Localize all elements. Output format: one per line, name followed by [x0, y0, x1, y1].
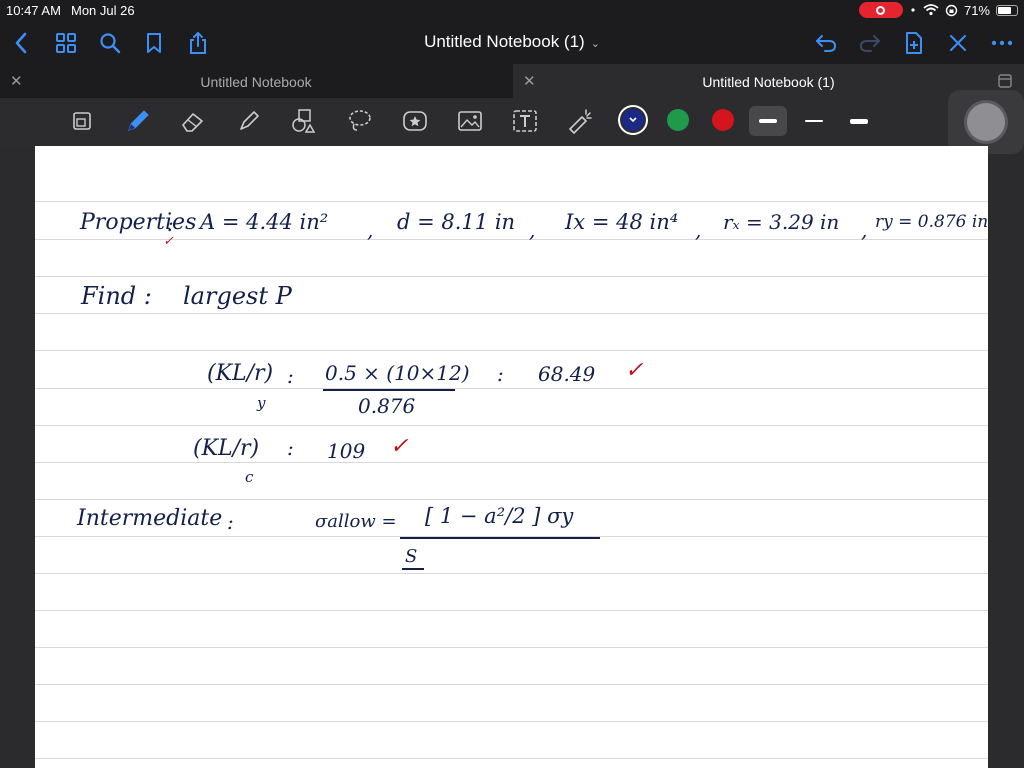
- handwriting-find: Find :: [81, 282, 152, 310]
- handwriting-largest-p: largest P: [183, 282, 292, 310]
- red-checkmark: ✓: [625, 358, 644, 383]
- handwriting-equals: :: [287, 364, 294, 388]
- chevron-down-icon: ⌄: [590, 38, 600, 50]
- stroke-width-thin[interactable]: [795, 106, 833, 136]
- handwriting-kl-r: (KL/r): [193, 436, 260, 461]
- handwriting-subscript-c: c: [245, 468, 254, 486]
- handwriting-separator: ,: [695, 218, 702, 242]
- ruled-line: [35, 239, 988, 240]
- battery-icon: [996, 4, 1018, 16]
- handwriting-ry: ry = 0.876 in: [875, 212, 988, 232]
- status-bar: 10:47 AM Mon Jul 26 71%: [0, 0, 1024, 22]
- drawing-toolbar: [0, 98, 1024, 146]
- ruled-line: [35, 647, 988, 648]
- status-indicators: 71%: [858, 2, 1018, 18]
- handwriting-equals: :: [287, 436, 294, 460]
- ruled-line: [35, 721, 988, 722]
- handwriting-separator: ,: [367, 218, 374, 242]
- pen-icon[interactable]: [123, 106, 153, 136]
- knob-icon: [967, 103, 1005, 141]
- wifi-icon: [923, 4, 939, 16]
- battery-percent: 71%: [963, 2, 990, 18]
- ruled-line: [35, 276, 988, 277]
- lasso-icon[interactable]: [345, 106, 375, 136]
- tab-label: Untitled Notebook (1): [702, 74, 835, 90]
- text-icon[interactable]: [510, 106, 540, 136]
- handwriting-ix: Ix = 48 in⁴: [565, 210, 679, 234]
- orientation-lock-icon: [945, 4, 958, 16]
- ruled-line: [35, 313, 988, 314]
- ruled-line: [35, 201, 988, 202]
- tab-untitled-notebook-1[interactable]: ✕ Untitled Notebook (1): [513, 64, 1024, 98]
- highlighter-icon[interactable]: [234, 106, 264, 136]
- eraser-icon[interactable]: [178, 106, 208, 136]
- handwriting-sigma-allow: σallow =: [315, 511, 397, 532]
- status-date: Mon Jul 26: [71, 3, 135, 18]
- zoom-window-icon[interactable]: [67, 106, 97, 136]
- handwriting-subscript-y: y: [257, 394, 266, 412]
- ruled-line: [35, 573, 988, 574]
- dots-icon: [911, 8, 915, 12]
- handwriting-kl-r: (KL/r): [207, 361, 274, 386]
- handwriting-intermediate: Intermediate: [77, 506, 223, 531]
- chevron-down-icon: [629, 117, 637, 123]
- fraction-bar: [400, 537, 600, 539]
- status-time: 10:47 AM: [6, 3, 61, 18]
- handwriting-denominator: 0.876: [358, 394, 416, 418]
- handwriting-result: 68.49: [538, 362, 596, 386]
- handwriting-depth: d = 8.11 in: [397, 210, 516, 234]
- handwriting-properties: Properties: [80, 210, 197, 235]
- sticker-icon[interactable]: [400, 106, 430, 136]
- notebook-page[interactable]: Properties : ✓ A = 4.44 in² , d = 8.11 i…: [35, 146, 988, 768]
- battery-level: [998, 6, 1011, 14]
- handwriting-separator: ,: [529, 218, 536, 242]
- ruled-line: [35, 610, 988, 611]
- stroke-width-thick[interactable]: [749, 106, 787, 136]
- document-tabs: ✕ Untitled Notebook ✕ Untitled Notebook …: [0, 64, 1024, 98]
- tab-label: Untitled Notebook: [200, 74, 312, 90]
- color-swatch-red[interactable]: [712, 109, 734, 131]
- handwriting-equals: :: [497, 362, 504, 386]
- handwriting-rx: rₓ = 3.29 in: [723, 210, 840, 234]
- handwriting-bracket-expression: [ 1 − a²/2 ] σy: [425, 504, 574, 528]
- navigation-bar: Untitled Notebook (1) ⌄: [0, 22, 1024, 64]
- stroke-width-medium[interactable]: [840, 106, 878, 136]
- ruled-line: [35, 758, 988, 759]
- handwriting-colon: :: [227, 510, 234, 534]
- shapes-icon[interactable]: [289, 106, 319, 136]
- add-page-icon[interactable]: [901, 30, 927, 56]
- fraction-bar: [323, 389, 455, 391]
- notebook-title-text: Untitled Notebook (1): [424, 32, 585, 51]
- handwriting-numerator: 0.5 × (10×12): [325, 361, 470, 385]
- ruled-line: [35, 499, 988, 500]
- undo-icon[interactable]: [813, 30, 839, 56]
- ruled-line: [35, 684, 988, 685]
- color-swatch-navy[interactable]: [622, 109, 644, 131]
- pencil-only-icon[interactable]: [945, 30, 971, 56]
- handwriting-area: A = 4.44 in²: [200, 210, 329, 234]
- color-swatch-green[interactable]: [667, 109, 689, 131]
- handwriting-denominator-s: S: [405, 546, 418, 567]
- redo-icon[interactable]: [857, 30, 883, 56]
- handwriting-colon: :: [167, 212, 174, 236]
- ruled-line: [35, 388, 988, 389]
- image-icon[interactable]: [455, 106, 485, 136]
- zoom-toggle-knob[interactable]: [948, 90, 1024, 154]
- screen-recording-icon[interactable]: [858, 2, 903, 18]
- handwriting-separator: ,: [861, 218, 868, 242]
- ruled-line: [35, 350, 988, 351]
- red-checkmark: ✓: [390, 434, 409, 459]
- underline-mark: [402, 568, 424, 570]
- red-checkmark: ✓: [163, 234, 174, 249]
- split-view-icon[interactable]: [998, 74, 1012, 88]
- ruled-line: [35, 462, 988, 463]
- more-options-icon[interactable]: [989, 30, 1015, 56]
- tab-untitled-notebook[interactable]: ✕ Untitled Notebook: [0, 64, 512, 98]
- handwriting-value-109: 109: [327, 439, 366, 463]
- laser-pointer-icon[interactable]: [565, 106, 595, 136]
- ruled-line: [35, 425, 988, 426]
